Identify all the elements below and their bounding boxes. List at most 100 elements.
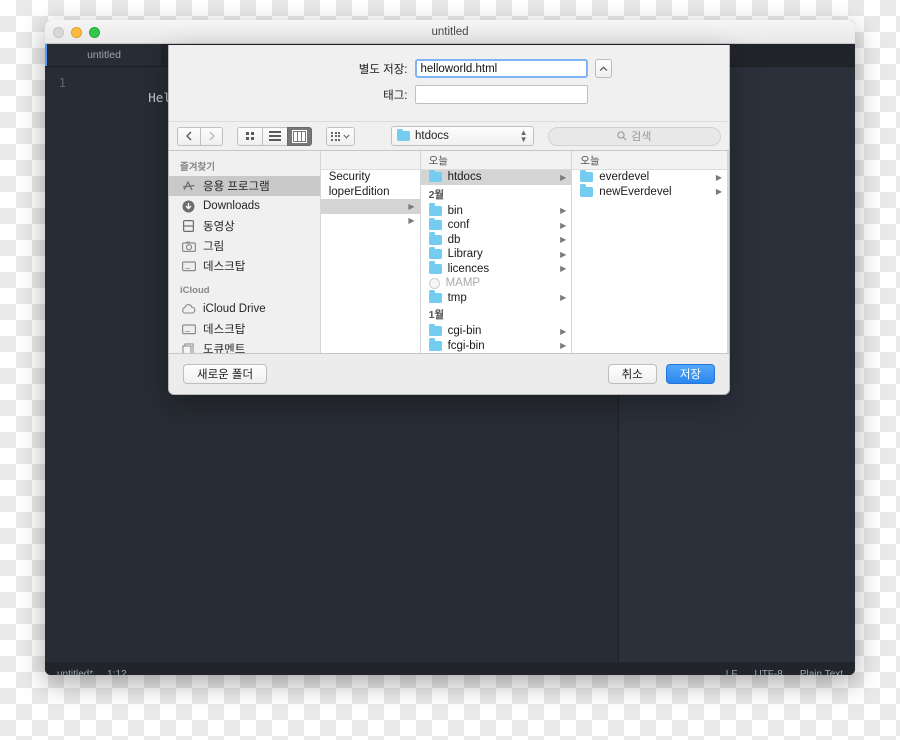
tab-untitled[interactable]: untitled: [45, 44, 161, 66]
icloud-icon: [181, 303, 196, 316]
column-view-button[interactable]: [287, 126, 312, 146]
sidebar-item-applications[interactable]: 응용 프로그램: [169, 176, 320, 196]
dialog-action-buttons: 취소 저장: [607, 364, 715, 384]
sidebar-item-icloud-desktop[interactable]: 데스크탑: [169, 319, 320, 339]
row-label: everdevel: [599, 171, 650, 184]
row-label: bin: [447, 204, 463, 217]
status-line-ending[interactable]: LF: [726, 669, 738, 676]
sidebar-item-icloud-drive[interactable]: iCloud Drive: [169, 299, 320, 319]
row-label: licences: [447, 262, 490, 275]
search-icon: [617, 131, 627, 141]
sidebar-item-downloads[interactable]: Downloads: [169, 196, 320, 216]
column-3-header: 오늘: [572, 151, 728, 170]
browser-column-4[interactable]: [728, 151, 729, 353]
sidebar-item-pictures[interactable]: 그림: [169, 236, 320, 256]
disclosure-arrow-icon: ▶: [408, 216, 415, 226]
folder-icon: [580, 184, 594, 197]
sidebar-item-label: 응용 프로그램: [203, 181, 270, 193]
folder-icon: [428, 203, 442, 216]
disclosure-arrow-icon: ▶: [560, 206, 567, 216]
file-row-conf[interactable]: conf ▶: [421, 217, 572, 233]
disclosure-arrow-icon: ▶: [560, 293, 567, 303]
file-row-bin[interactable]: bin ▶: [421, 203, 572, 219]
row-label: htdocs: [447, 171, 482, 184]
folder-icon: [428, 246, 442, 260]
disclosure-arrow-icon: ▶: [560, 172, 567, 182]
status-syntax-mode[interactable]: Plain Text: [800, 669, 843, 676]
save-button[interactable]: 저장: [665, 364, 715, 384]
view-mode-buttons: [237, 126, 312, 146]
window-titlebar: untitled: [45, 20, 855, 44]
cancel-button[interactable]: 취소: [607, 364, 657, 384]
current-folder-label: htdocs: [415, 130, 449, 142]
save-file-dialog: 별도 저장: 태그:: [168, 45, 730, 395]
tags-label: 태그:: [383, 89, 408, 102]
disclosure-arrow-icon: ▶: [560, 235, 567, 245]
column-1-row[interactable]: loperEdition: [321, 185, 420, 200]
tab-label: untitled: [87, 49, 121, 61]
list-view-button[interactable]: [262, 126, 287, 146]
disclosure-arrow-icon: ▶: [408, 201, 415, 211]
browser-column-3[interactable]: 오늘 everdevel ▶ newEverdevel ▶: [572, 151, 729, 353]
browser-column-2[interactable]: 오늘 htdocs ▶ 2월 bin ▶ conf ▶ db ▶ Library…: [420, 151, 573, 354]
sidebar-item-label: 데스크탑: [203, 261, 246, 273]
sidebar-item-label: 데스크탑: [203, 324, 246, 336]
folder-icon: [428, 323, 442, 337]
sidebar-item-desktop[interactable]: 데스크탑: [169, 256, 320, 276]
close-button[interactable]: [53, 27, 64, 38]
save-as-label: 별도 저장:: [358, 63, 408, 76]
sidebar-section-favorites-title: 즐겨찾기: [180, 162, 215, 173]
tags-input[interactable]: [414, 85, 588, 104]
file-row-htdocs[interactable]: htdocs ▶: [420, 169, 572, 185]
sidebar-item-label: 동영상: [203, 221, 235, 233]
desktop-icon: [181, 260, 196, 273]
navigation-buttons: [177, 126, 223, 146]
file-row-licences[interactable]: licences ▶: [421, 261, 572, 277]
browser-column-1[interactable]: Security loperEdition ▶ ▶: [320, 151, 421, 353]
file-row-newEverdevel[interactable]: newEverdevel ▶: [572, 184, 727, 200]
search-input[interactable]: 검색: [547, 126, 721, 146]
filename-input[interactable]: [414, 59, 588, 78]
forward-icon[interactable]: [200, 126, 223, 146]
chevron-up-icon[interactable]: [594, 59, 612, 78]
file-row-tmp[interactable]: tmp ▶: [421, 290, 572, 306]
status-filename[interactable]: untitled*: [57, 669, 93, 676]
group-by-button[interactable]: [326, 126, 355, 146]
row-label: db: [447, 233, 461, 246]
filename-field-row: 별도 저장:: [169, 59, 729, 78]
status-bar: untitled* 1:12 LF UTF-8 Plain Text: [45, 662, 855, 675]
folder-icon: [580, 169, 594, 183]
icon-view-button[interactable]: [237, 126, 262, 146]
folder-icon: [428, 338, 442, 351]
file-row-fcgi-bin[interactable]: fcgi-bin ▶: [421, 338, 572, 354]
file-row-library[interactable]: Library ▶: [421, 246, 572, 262]
tags-field-row: 태그:: [169, 85, 729, 104]
status-cursor-position[interactable]: 1:12: [107, 669, 126, 676]
sidebar-item-movies[interactable]: 동영상: [169, 216, 320, 236]
sidebar-item-label: 그림: [203, 241, 225, 253]
path-popup-button[interactable]: htdocs ▲ ▼: [391, 126, 534, 146]
line-number-gutter: 1: [58, 75, 66, 90]
documents-icon: [181, 342, 196, 353]
applications-icon: [181, 180, 196, 193]
sidebar-item-documents[interactable]: 도큐멘트: [169, 339, 320, 353]
file-row-db[interactable]: db ▶: [421, 232, 572, 248]
column-1-row[interactable]: ▶: [321, 214, 420, 229]
maximize-button[interactable]: [89, 27, 100, 38]
back-icon[interactable]: [177, 126, 200, 146]
row-label: Security: [328, 171, 371, 184]
status-encoding[interactable]: UTF-8: [754, 669, 782, 676]
new-folder-button[interactable]: 새로운 폴더: [183, 364, 268, 384]
column-2-header: 오늘: [420, 151, 572, 170]
column-1-row[interactable]: Security: [321, 170, 420, 185]
window-controls[interactable]: [53, 27, 100, 38]
file-row-everdevel[interactable]: everdevel ▶: [572, 169, 727, 185]
movies-icon: [181, 220, 196, 233]
file-row-mamp[interactable]: MAMP: [421, 276, 572, 291]
minimize-button[interactable]: [71, 27, 82, 38]
file-row-cgi-bin[interactable]: cgi-bin ▶: [421, 323, 572, 339]
row-label: fcgi-bin: [447, 339, 485, 352]
columns-icon: [292, 129, 307, 143]
column-1-row-selected[interactable]: ▶: [320, 199, 420, 214]
grid-icon: [246, 132, 254, 140]
